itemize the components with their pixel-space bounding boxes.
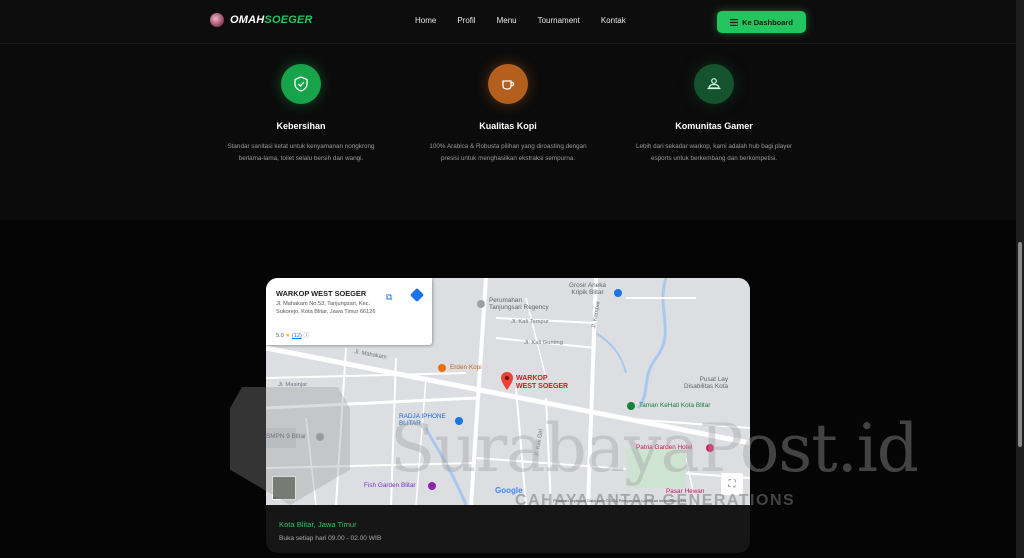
shield-check-icon xyxy=(281,64,321,104)
dashboard-button[interactable]: Ke Dashboard xyxy=(717,11,806,33)
satellite-toggle[interactable] xyxy=(272,476,296,500)
map-label-pasar[interactable]: Pasar Hewan xyxy=(666,488,704,495)
features-section: Kebersihan Standar sanitasi ketat untuk … xyxy=(0,44,1016,220)
dashboard-button-label: Ke Dashboard xyxy=(742,17,793,27)
feature-title: Kualitas Kopi xyxy=(479,121,537,131)
feature-description: Lebih dari sekadar warkop, kami adalah h… xyxy=(635,143,793,162)
map-label-perumahan[interactable]: Perumahan Tanjungsari Regency xyxy=(489,297,549,311)
park-marker-icon xyxy=(627,402,635,410)
shop-marker-icon xyxy=(455,417,463,425)
feature-komunitas-gamer: Komunitas Gamer Lebih dari sekadar warko… xyxy=(629,64,799,165)
map-label-pusat[interactable]: Pusat Lay Disabilitas Kota xyxy=(684,376,728,390)
map-label-line: WEST SOEGER xyxy=(516,383,569,390)
map-label-taman[interactable]: Taman KeHati Kota Blitar xyxy=(639,402,710,409)
top-navbar: OMAHSOEGER Home Profil Menu Tournament K… xyxy=(0,0,1016,44)
brand-logo[interactable]: OMAHSOEGER xyxy=(210,13,313,27)
feature-kebersihan: Kebersihan Standar sanitasi ketat untuk … xyxy=(216,64,386,165)
road-label: Jl. Kali Tempur xyxy=(511,319,549,325)
feature-description: 100% Arabica & Robusta pilihan yang diro… xyxy=(429,143,587,162)
star-icon: ★ xyxy=(285,333,291,339)
google-logo: Google xyxy=(495,486,523,495)
map-label-line: Kripik Blitar xyxy=(571,289,604,296)
place-info-card: WARKOP WEST SOEGER Jl. Mahakam No.53, Ta… xyxy=(266,278,432,345)
nav-link-home[interactable]: Home xyxy=(415,16,436,25)
map-label-line: Perumahan xyxy=(489,297,523,304)
place-address: Jl. Mahakam No.53, Tanjungsari, Kec. Suk… xyxy=(276,301,376,315)
feature-kualitas-kopi: Kualitas Kopi 100% Arabica & Robusta pil… xyxy=(423,64,593,165)
map-label-grosir[interactable]: Grosir Aneka Kripik Blitar xyxy=(569,282,606,296)
place-name: WARKOP WEST SOEGER xyxy=(276,289,367,298)
map-label-line: WARKOP xyxy=(516,375,548,382)
google-map[interactable]: WARKOP WEST SOEGER Jl. Mahakam No.53, Ta… xyxy=(266,278,750,505)
logo-mark-icon xyxy=(210,13,224,27)
map-label-line: Disabilitas Kota xyxy=(684,383,729,390)
hotel-marker-icon xyxy=(706,444,714,452)
menu-icon xyxy=(730,18,739,26)
brand-name-part-1: OMAH xyxy=(230,14,265,26)
map-pin-icon[interactable] xyxy=(501,372,513,390)
shop-marker-icon xyxy=(614,289,622,297)
feature-description: Standar sanitasi ketat untuk kenyamanan … xyxy=(227,143,375,162)
restaurant-marker-icon xyxy=(428,482,436,490)
rating-value: 5.0 xyxy=(276,333,284,339)
map-label-line: Pusat Lay xyxy=(699,376,729,383)
place-rating: 5.0 ★ (12) ⓘ xyxy=(276,331,309,339)
map-label-erden-kopi[interactable]: Erden Kopi xyxy=(450,364,482,371)
coffee-cup-icon xyxy=(488,64,528,104)
nav-link-tournament[interactable]: Tournament xyxy=(538,16,580,25)
scrollbar-thumb[interactable] xyxy=(1018,242,1022,447)
map-label-smpn[interactable]: SMPN 9 Blitar xyxy=(266,433,306,440)
location-card: WARKOP WEST SOEGER Jl. Mahakam No.53, Ta… xyxy=(266,278,750,553)
review-count-link[interactable]: (12) xyxy=(292,333,302,339)
open-in-maps-icon[interactable]: ⧉ xyxy=(386,292,392,303)
city-label: Kota Blitar, Jawa Timur xyxy=(279,520,357,529)
nav-link-profil[interactable]: Profil xyxy=(457,16,475,25)
map-label-line: Tanjungsari Regency xyxy=(489,304,549,311)
map-label-patria[interactable]: Patria Garden Hotel xyxy=(636,444,692,451)
map-pin-label: WARKOP WEST SOEGER xyxy=(516,375,568,391)
map-label-line: Grosir Aneka xyxy=(569,282,606,289)
map-label-line: RADJA IPHONE xyxy=(399,413,446,420)
brand-name-part-2: SOEGER xyxy=(264,14,313,26)
map-attribution: Pintasan keyboard Data peta ©2026 Persya… xyxy=(553,498,687,503)
nav-link-menu[interactable]: Menu xyxy=(497,16,517,25)
place-marker-icon xyxy=(477,300,485,308)
feature-title: Komunitas Gamer xyxy=(675,121,753,131)
info-icon[interactable]: ⓘ xyxy=(303,333,309,339)
brand-name: OMAHSOEGER xyxy=(230,14,313,26)
nav-links: Home Profil Menu Tournament Kontak xyxy=(415,16,647,25)
feature-title: Kebersihan xyxy=(276,121,326,131)
map-label-fish-garden[interactable]: Fish Garden Blitar xyxy=(364,482,416,489)
directions-icon[interactable] xyxy=(409,287,425,303)
map-label-line: BLITAR xyxy=(399,420,421,427)
cafe-marker-icon xyxy=(438,364,446,372)
fullscreen-icon[interactable]: ⛶ xyxy=(721,473,743,495)
opening-hours: Buka setiap hari 09.00 - 02.00 WIB xyxy=(279,535,382,542)
page-scrollbar[interactable] xyxy=(1016,0,1024,558)
school-marker-icon xyxy=(316,433,324,441)
nav-link-kontak[interactable]: Kontak xyxy=(601,16,626,25)
road-label: Jl. Masinjar xyxy=(278,382,308,388)
map-label-radja-iphone[interactable]: RADJA IPHONE BLITAR xyxy=(399,413,446,427)
road-label: Jl. Kali Gunting xyxy=(524,340,563,346)
users-icon xyxy=(694,64,734,104)
